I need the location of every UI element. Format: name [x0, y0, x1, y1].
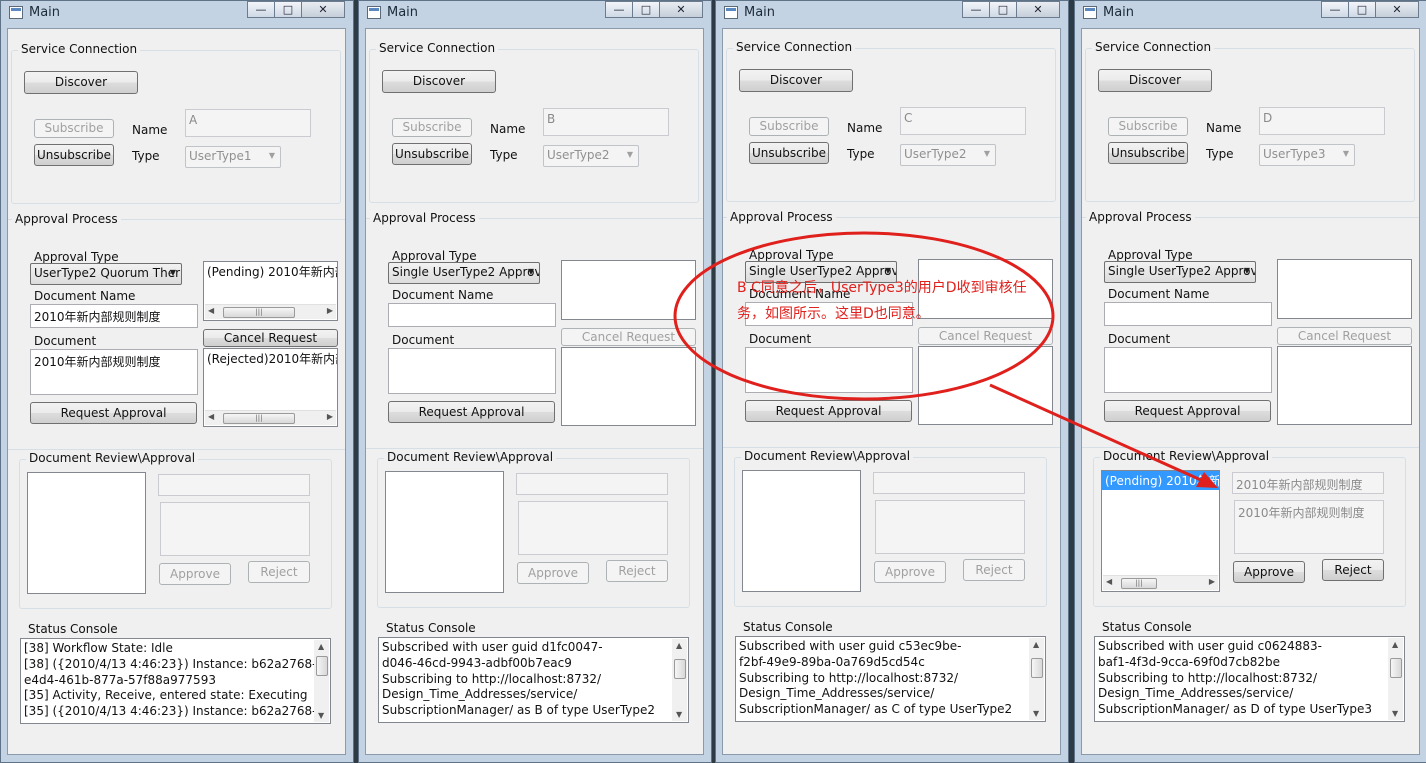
- annotation-arrow-line: [989, 383, 1213, 487]
- annotation-overlay: [673, 231, 1218, 488]
- annotation-text: B C同意之后，UserType3的用户D收到审核任务，如图所示。这里D也同意。: [737, 280, 1027, 322]
